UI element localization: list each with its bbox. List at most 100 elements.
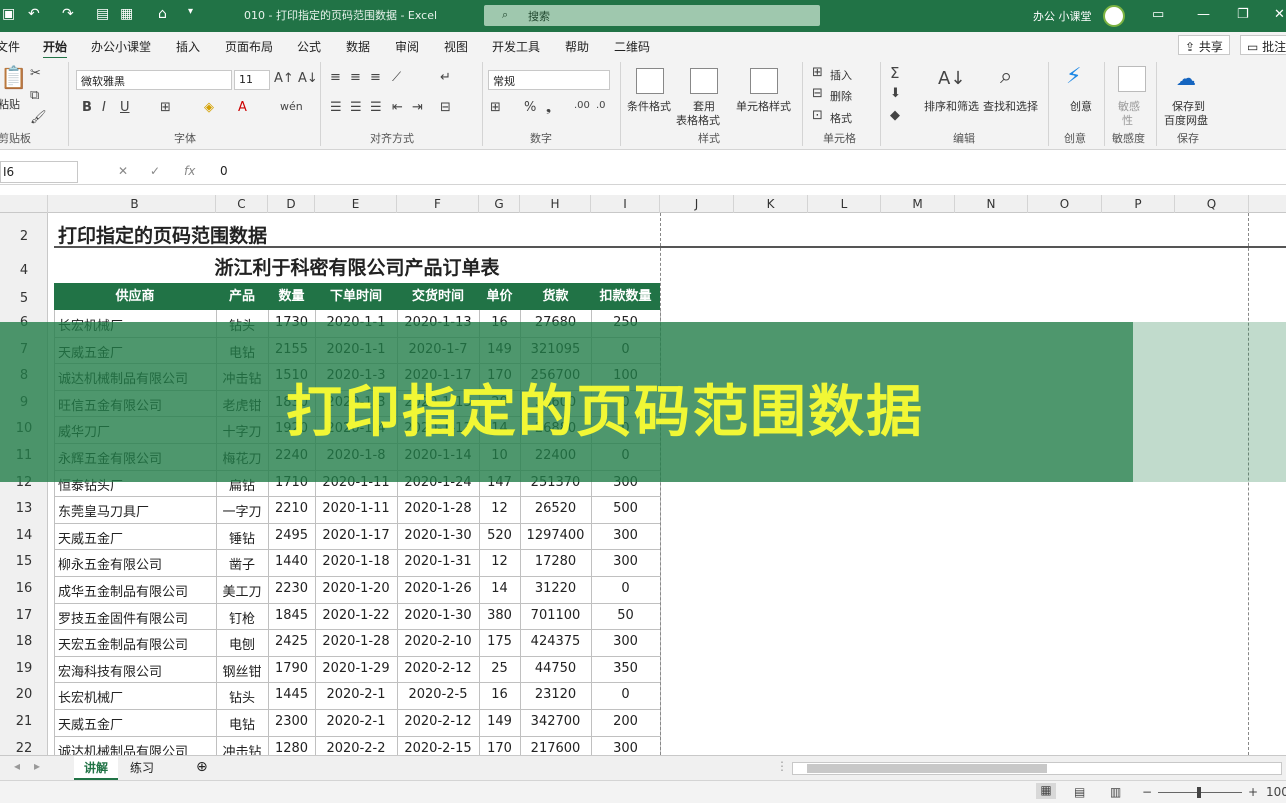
- user-name[interactable]: 办公 小课堂: [1033, 8, 1092, 24]
- sheet-tab-lecture[interactable]: 讲解: [74, 756, 119, 780]
- restore-icon[interactable]: ❐: [1237, 7, 1249, 22]
- tab-insert[interactable]: 插入: [176, 38, 200, 55]
- format-cells-button[interactable]: 格式: [830, 110, 852, 126]
- delete-cells-icon[interactable]: ⊟: [812, 86, 823, 101]
- column-header[interactable]: Q: [1175, 195, 1249, 213]
- paste-icon[interactable]: 📋: [0, 66, 27, 91]
- find-select-icon[interactable]: ⌕: [1000, 64, 1012, 89]
- align-left-icon[interactable]: ☰: [330, 100, 342, 115]
- table-cell[interactable]: 2020-2-1: [319, 687, 393, 702]
- table-cell[interactable]: 1440: [272, 554, 311, 569]
- table-cell[interactable]: 300: [595, 528, 656, 543]
- zoom-in-icon[interactable]: +: [1248, 785, 1258, 799]
- avatar[interactable]: [1103, 5, 1125, 27]
- table-cell[interactable]: 天宏五金制品有限公司: [58, 634, 212, 653]
- row-header[interactable]: 22: [0, 741, 47, 755]
- conditional-format-icon[interactable]: [636, 68, 664, 94]
- table-cell[interactable]: 300: [595, 741, 656, 755]
- font-color-icon[interactable]: A: [238, 100, 247, 115]
- find-select-button[interactable]: 查找和选择: [983, 98, 1038, 114]
- table-cell[interactable]: 701100: [524, 608, 587, 623]
- tab-qrcode[interactable]: 二维码: [614, 38, 650, 55]
- percent-icon[interactable]: %: [524, 100, 536, 115]
- tab-review[interactable]: 审阅: [395, 38, 419, 55]
- align-right-icon[interactable]: ☰: [370, 100, 382, 115]
- enter-icon[interactable]: ✓: [150, 164, 160, 178]
- tab-page-layout[interactable]: 页面布局: [225, 38, 273, 55]
- table-header[interactable]: 货款: [520, 283, 591, 310]
- table-cell[interactable]: 凿子: [220, 554, 264, 573]
- table-cell[interactable]: 2020-2-12: [401, 661, 475, 676]
- table-cell[interactable]: 2020-1-31: [401, 554, 475, 569]
- table-format-label-2[interactable]: 表格格式: [676, 112, 720, 128]
- decrease-indent-icon[interactable]: ⇤: [392, 100, 403, 115]
- table-cell[interactable]: 14: [483, 581, 516, 596]
- row-header[interactable]: 15: [0, 554, 47, 569]
- cell-style-icon[interactable]: [750, 68, 778, 94]
- page-break-view-icon[interactable]: ▥: [1110, 785, 1121, 799]
- row-header[interactable]: 4: [0, 263, 47, 278]
- table-cell[interactable]: 2020-1-18: [319, 554, 393, 569]
- table-cell[interactable]: 12: [483, 501, 516, 516]
- table-cell[interactable]: 1790: [272, 661, 311, 676]
- row-header[interactable]: 21: [0, 714, 47, 729]
- cell-style-button[interactable]: 单元格样式: [736, 98, 791, 114]
- table-cell[interactable]: 2020-2-5: [401, 687, 475, 702]
- table-cell[interactable]: 12: [483, 554, 516, 569]
- table-cell[interactable]: 诚达机械制品有限公司: [58, 741, 212, 755]
- row-header[interactable]: 5: [0, 291, 47, 306]
- table-cell[interactable]: 罗技五金固件有限公司: [58, 608, 212, 627]
- table-cell[interactable]: 钻头: [220, 687, 264, 706]
- table-cell[interactable]: 44750: [524, 661, 587, 676]
- number-format-select[interactable]: 常规: [488, 70, 610, 90]
- table-cell[interactable]: 25: [483, 661, 516, 676]
- table-title[interactable]: 浙江利于科密有限公司产品订单表: [54, 253, 660, 280]
- table-cell[interactable]: 149: [483, 714, 516, 729]
- wrap-text-icon[interactable]: ↵: [440, 70, 451, 85]
- table-cell[interactable]: 2020-1-29: [319, 661, 393, 676]
- table-cell[interactable]: 380: [483, 608, 516, 623]
- save-cloud-label-2[interactable]: 百度网盘: [1164, 112, 1208, 128]
- cut-icon[interactable]: ✂: [30, 66, 41, 81]
- table-cell[interactable]: 300: [595, 634, 656, 649]
- row-header[interactable]: 17: [0, 608, 47, 623]
- table-cell[interactable]: 2020-1-30: [401, 528, 475, 543]
- quick-access-icon[interactable]: ⌂: [158, 6, 167, 22]
- column-header[interactable]: K: [734, 195, 808, 213]
- table-cell[interactable]: 0: [595, 687, 656, 702]
- table-cell[interactable]: 200: [595, 714, 656, 729]
- horizontal-scrollbar[interactable]: [792, 762, 1282, 775]
- table-cell[interactable]: 2020-1-17: [319, 528, 393, 543]
- table-cell[interactable]: 2020-1-28: [401, 501, 475, 516]
- zoom-slider-thumb[interactable]: [1197, 787, 1201, 798]
- save-icon[interactable]: ▣: [2, 6, 15, 22]
- border-icon[interactable]: ⊞: [160, 100, 171, 115]
- table-cell[interactable]: 50: [595, 608, 656, 623]
- table-header[interactable]: 单价: [479, 283, 520, 310]
- table-cell[interactable]: 2020-2-2: [319, 741, 393, 755]
- cancel-icon[interactable]: ✕: [118, 164, 128, 178]
- table-cell[interactable]: 柳永五金有限公司: [58, 554, 212, 573]
- print-preview-icon[interactable]: ▤: [96, 6, 109, 22]
- column-header[interactable]: E: [315, 195, 397, 213]
- table-cell[interactable]: 1445: [272, 687, 311, 702]
- column-header[interactable]: I: [591, 195, 660, 213]
- creative-button[interactable]: 创意: [1070, 98, 1092, 114]
- increase-indent-icon[interactable]: ⇥: [412, 100, 423, 115]
- increase-font-icon[interactable]: A↑: [274, 71, 294, 86]
- table-cell[interactable]: 2230: [272, 581, 311, 596]
- table-cell[interactable]: 342700: [524, 714, 587, 729]
- decrease-decimal-icon[interactable]: .0: [596, 100, 606, 111]
- conditional-format-button[interactable]: 条件格式: [627, 98, 671, 114]
- table-format-icon[interactable]: [690, 68, 718, 94]
- merge-center-icon[interactable]: ⊟: [440, 100, 451, 115]
- row-header[interactable]: 14: [0, 528, 47, 543]
- copy-icon[interactable]: ⧉: [30, 88, 39, 103]
- table-header[interactable]: 下单时间: [315, 283, 397, 310]
- tab-file[interactable]: 文件: [0, 38, 20, 55]
- minimize-icon[interactable]: —: [1197, 7, 1210, 22]
- tab-data[interactable]: 数据: [346, 38, 370, 55]
- table-cell[interactable]: 1297400: [524, 528, 587, 543]
- table-cell[interactable]: 钉枪: [220, 608, 264, 627]
- share-button[interactable]: ⇪ 共享: [1178, 35, 1230, 55]
